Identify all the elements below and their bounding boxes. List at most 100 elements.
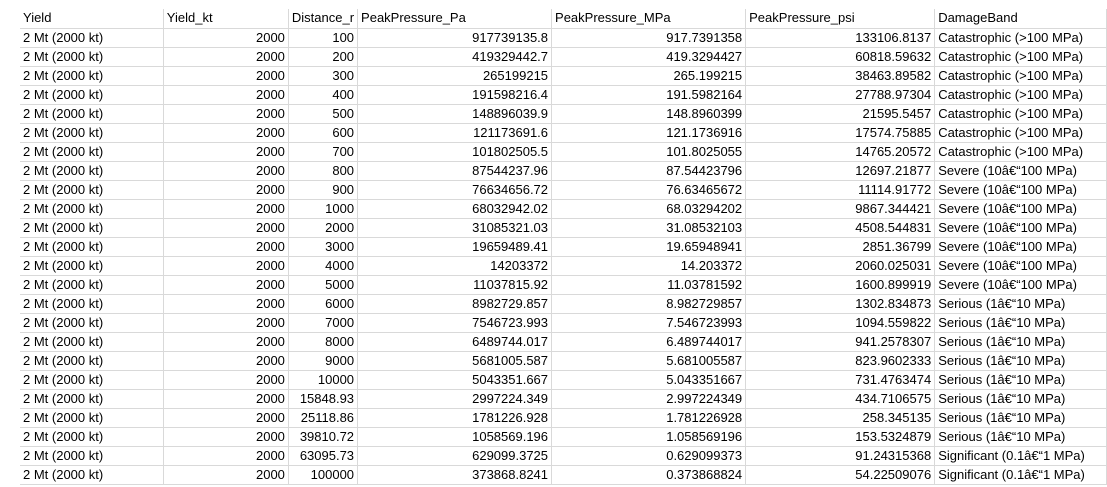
header-cell-damage-band[interactable]: DamageBand (934, 9, 1107, 29)
cell-peak-pressure-psi[interactable]: 17574.75885 (745, 123, 936, 143)
cell-distance[interactable]: 300 (288, 66, 359, 86)
cell-peak-pressure-mpa[interactable]: 191.5982164 (551, 85, 747, 105)
cell-damage-band[interactable]: Severe (10â€“100 MPa) (934, 161, 1107, 181)
cell-peak-pressure-mpa[interactable]: 1.058569196 (551, 427, 747, 447)
cell-peak-pressure-mpa[interactable]: 31.08532103 (551, 218, 747, 238)
cell-peak-pressure-mpa[interactable]: 6.489744017 (551, 332, 747, 352)
cell-peak-pressure-mpa[interactable]: 8.982729857 (551, 294, 747, 314)
cell-peak-pressure-pa[interactable]: 2997224.349 (357, 389, 553, 409)
header-cell-distance[interactable]: Distance_r (288, 9, 359, 29)
cell-yield-kt[interactable]: 2000 (163, 123, 289, 143)
cell-yield[interactable]: 2 Mt (2000 kt) (20, 465, 164, 485)
cell-yield[interactable]: 2 Mt (2000 kt) (20, 28, 164, 48)
cell-damage-band[interactable]: Severe (10â€“100 MPa) (934, 180, 1107, 200)
cell-peak-pressure-mpa[interactable]: 7.546723993 (551, 313, 747, 333)
cell-peak-pressure-pa[interactable]: 101802505.5 (357, 142, 553, 162)
cell-yield-kt[interactable]: 2000 (163, 389, 289, 409)
header-cell-peak-pressure-mpa[interactable]: PeakPressure_MPa (551, 9, 747, 29)
cell-distance[interactable]: 3000 (288, 237, 359, 257)
cell-peak-pressure-mpa[interactable]: 5.043351667 (551, 370, 747, 390)
cell-peak-pressure-psi[interactable]: 731.4763474 (745, 370, 936, 390)
cell-peak-pressure-mpa[interactable]: 5.681005587 (551, 351, 747, 371)
cell-yield-kt[interactable]: 2000 (163, 465, 289, 485)
header-cell-peak-pressure-psi[interactable]: PeakPressure_psi (745, 9, 936, 29)
cell-damage-band[interactable]: Serious (1â€“10 MPa) (934, 408, 1107, 428)
cell-damage-band[interactable]: Serious (1â€“10 MPa) (934, 294, 1107, 314)
cell-yield-kt[interactable]: 2000 (163, 275, 289, 295)
cell-yield[interactable]: 2 Mt (2000 kt) (20, 275, 164, 295)
cell-damage-band[interactable]: Serious (1â€“10 MPa) (934, 370, 1107, 390)
cell-peak-pressure-psi[interactable]: 9867.344421 (745, 199, 936, 219)
cell-peak-pressure-pa[interactable]: 19659489.41 (357, 237, 553, 257)
cell-yield[interactable]: 2 Mt (2000 kt) (20, 142, 164, 162)
cell-peak-pressure-psi[interactable]: 258.345135 (745, 408, 936, 428)
cell-peak-pressure-psi[interactable]: 27788.97304 (745, 85, 936, 105)
cell-peak-pressure-mpa[interactable]: 87.54423796 (551, 161, 747, 181)
cell-peak-pressure-pa[interactable]: 373868.8241 (357, 465, 553, 485)
cell-peak-pressure-pa[interactable]: 629099.3725 (357, 446, 553, 466)
cell-yield[interactable]: 2 Mt (2000 kt) (20, 199, 164, 219)
cell-peak-pressure-mpa[interactable]: 148.8960399 (551, 104, 747, 124)
cell-peak-pressure-pa[interactable]: 11037815.92 (357, 275, 553, 295)
cell-peak-pressure-psi[interactable]: 4508.544831 (745, 218, 936, 238)
cell-distance[interactable]: 400 (288, 85, 359, 105)
cell-damage-band[interactable]: Severe (10â€“100 MPa) (934, 199, 1107, 219)
cell-peak-pressure-mpa[interactable]: 1.781226928 (551, 408, 747, 428)
cell-peak-pressure-psi[interactable]: 153.5324879 (745, 427, 936, 447)
cell-damage-band[interactable]: Severe (10â€“100 MPa) (934, 256, 1107, 276)
cell-distance[interactable]: 4000 (288, 256, 359, 276)
cell-damage-band[interactable]: Serious (1â€“10 MPa) (934, 351, 1107, 371)
cell-peak-pressure-pa[interactable]: 148896039.9 (357, 104, 553, 124)
cell-yield-kt[interactable]: 2000 (163, 218, 289, 238)
cell-damage-band[interactable]: Catastrophic (>100 MPa) (934, 85, 1107, 105)
cell-yield-kt[interactable]: 2000 (163, 28, 289, 48)
cell-peak-pressure-psi[interactable]: 38463.89582 (745, 66, 936, 86)
cell-distance[interactable]: 8000 (288, 332, 359, 352)
cell-yield-kt[interactable]: 2000 (163, 446, 289, 466)
cell-peak-pressure-pa[interactable]: 8982729.857 (357, 294, 553, 314)
cell-distance[interactable]: 600 (288, 123, 359, 143)
cell-peak-pressure-pa[interactable]: 191598216.4 (357, 85, 553, 105)
cell-distance[interactable]: 6000 (288, 294, 359, 314)
cell-yield-kt[interactable]: 2000 (163, 294, 289, 314)
cell-yield[interactable]: 2 Mt (2000 kt) (20, 180, 164, 200)
cell-peak-pressure-pa[interactable]: 14203372 (357, 256, 553, 276)
cell-peak-pressure-psi[interactable]: 91.24315368 (745, 446, 936, 466)
cell-yield-kt[interactable]: 2000 (163, 351, 289, 371)
cell-yield-kt[interactable]: 2000 (163, 256, 289, 276)
cell-yield-kt[interactable]: 2000 (163, 180, 289, 200)
cell-yield[interactable]: 2 Mt (2000 kt) (20, 408, 164, 428)
cell-peak-pressure-pa[interactable]: 5043351.667 (357, 370, 553, 390)
cell-damage-band[interactable]: Significant (0.1â€“1 MPa) (934, 446, 1107, 466)
cell-peak-pressure-psi[interactable]: 1600.899919 (745, 275, 936, 295)
cell-peak-pressure-mpa[interactable]: 0.373868824 (551, 465, 747, 485)
cell-yield-kt[interactable]: 2000 (163, 66, 289, 86)
cell-yield-kt[interactable]: 2000 (163, 332, 289, 352)
cell-distance[interactable]: 63095.73 (288, 446, 359, 466)
cell-yield-kt[interactable]: 2000 (163, 47, 289, 67)
cell-distance[interactable]: 39810.72 (288, 427, 359, 447)
cell-yield[interactable]: 2 Mt (2000 kt) (20, 389, 164, 409)
cell-distance[interactable]: 10000 (288, 370, 359, 390)
cell-yield[interactable]: 2 Mt (2000 kt) (20, 104, 164, 124)
cell-peak-pressure-psi[interactable]: 2060.025031 (745, 256, 936, 276)
cell-damage-band[interactable]: Significant (0.1â€“1 MPa) (934, 465, 1107, 485)
cell-yield[interactable]: 2 Mt (2000 kt) (20, 218, 164, 238)
cell-peak-pressure-pa[interactable]: 68032942.02 (357, 199, 553, 219)
cell-yield-kt[interactable]: 2000 (163, 104, 289, 124)
cell-yield-kt[interactable]: 2000 (163, 199, 289, 219)
cell-damage-band[interactable]: Catastrophic (>100 MPa) (934, 47, 1107, 67)
cell-peak-pressure-psi[interactable]: 823.9602333 (745, 351, 936, 371)
cell-peak-pressure-mpa[interactable]: 101.8025055 (551, 142, 747, 162)
cell-damage-band[interactable]: Severe (10â€“100 MPa) (934, 275, 1107, 295)
cell-peak-pressure-pa[interactable]: 1781226.928 (357, 408, 553, 428)
cell-distance[interactable]: 200 (288, 47, 359, 67)
cell-peak-pressure-psi[interactable]: 2851.36799 (745, 237, 936, 257)
cell-yield[interactable]: 2 Mt (2000 kt) (20, 256, 164, 276)
cell-peak-pressure-pa[interactable]: 76634656.72 (357, 180, 553, 200)
cell-damage-band[interactable]: Severe (10â€“100 MPa) (934, 218, 1107, 238)
cell-distance[interactable]: 700 (288, 142, 359, 162)
cell-yield-kt[interactable]: 2000 (163, 370, 289, 390)
cell-distance[interactable]: 9000 (288, 351, 359, 371)
cell-distance[interactable]: 100 (288, 28, 359, 48)
